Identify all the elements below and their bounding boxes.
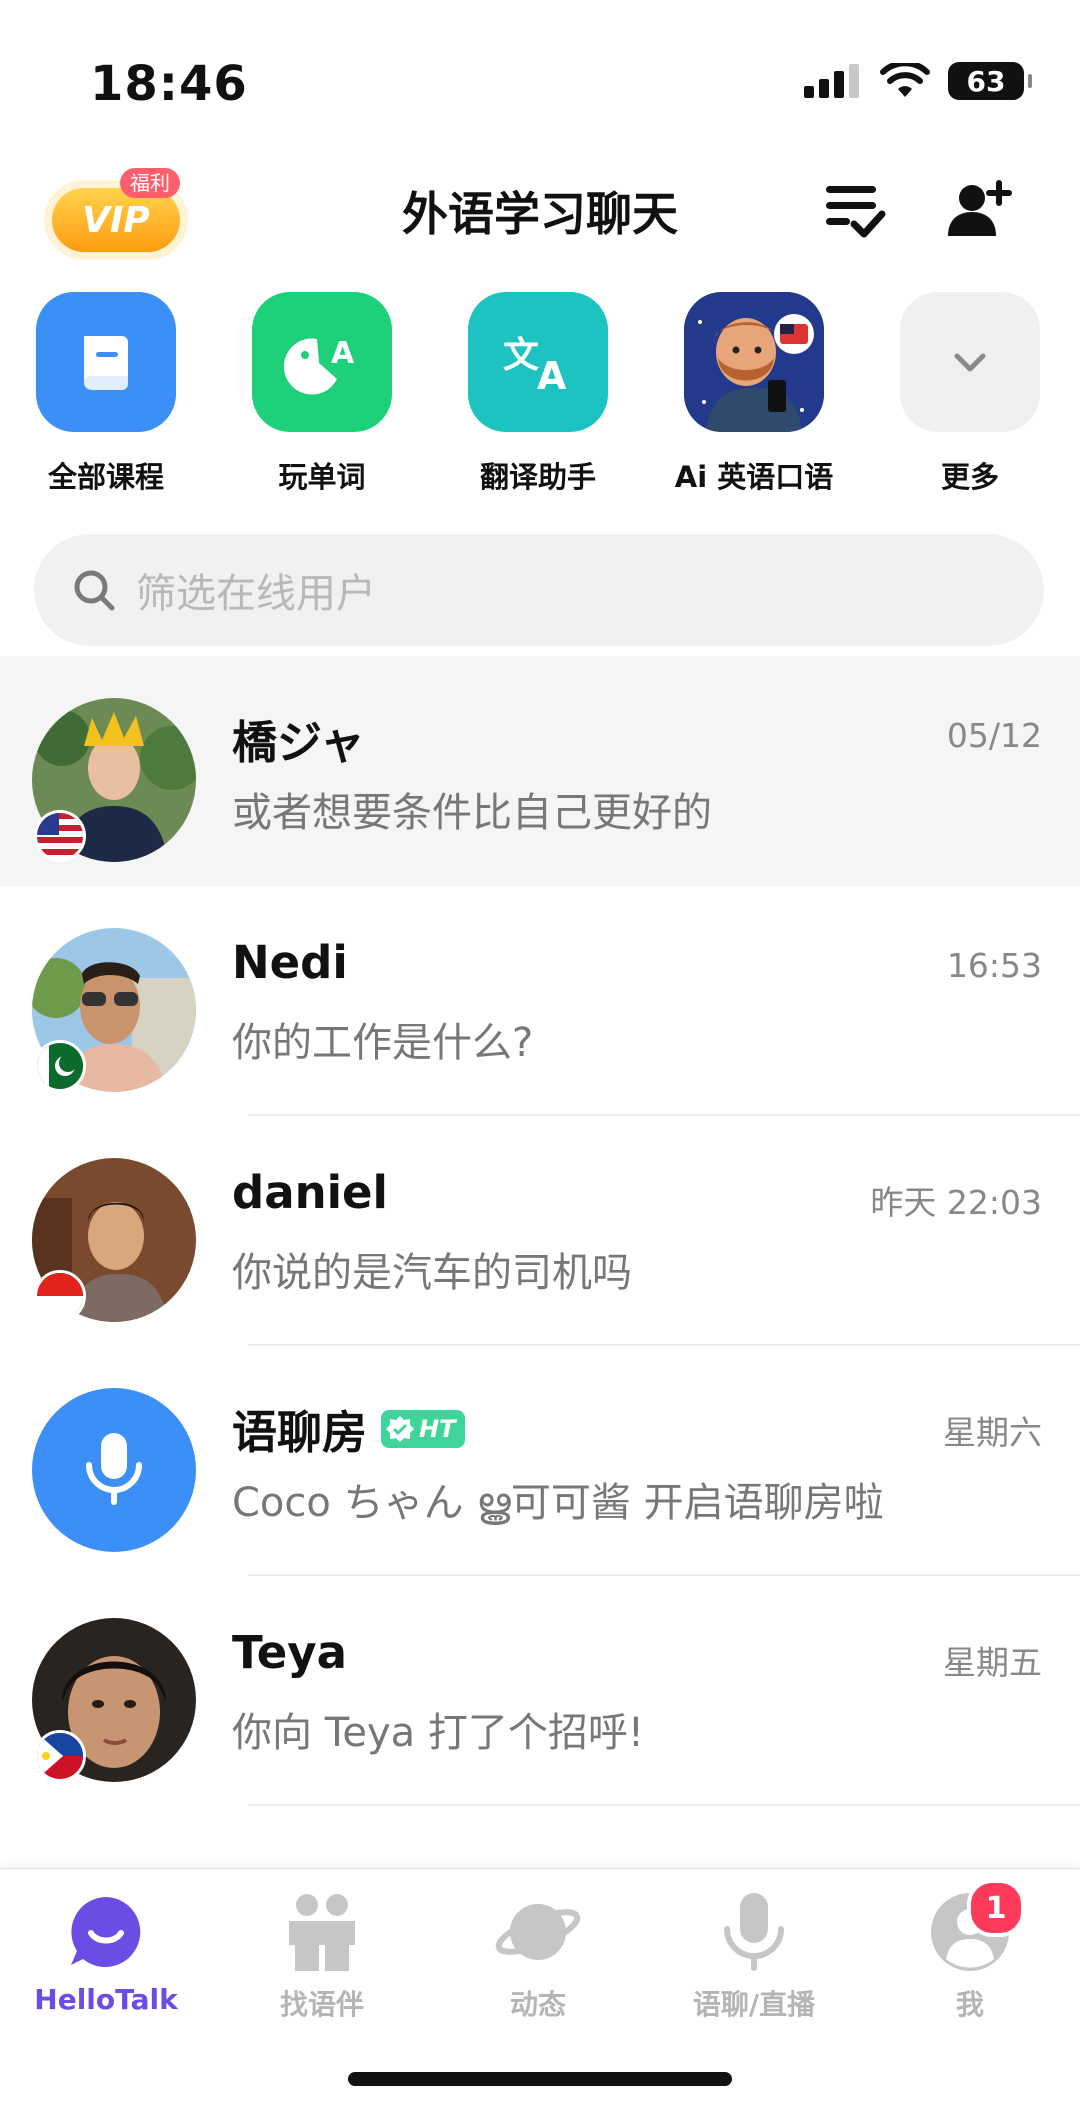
chat-bubble-icon [61,1887,151,1977]
microphone-icon [709,1887,799,1977]
chat-name: Teya [232,1626,347,1679]
chat-name-text: daniel [232,1166,388,1219]
verified-badge-text: HT [419,1414,456,1443]
chat-list: 橋ジャ 05/12 或者想要条件比自己更好的 Nedi 16:53 你的工作是什… [0,656,1080,1806]
svg-text:A: A [537,354,567,398]
chat-preview: 你说的是汽车的司机吗 [232,1250,632,1296]
book-icon [36,292,176,432]
checklist-icon [826,186,886,238]
indonesia-flag-icon [34,1270,86,1322]
microphone-icon [32,1388,196,1552]
search-placeholder: 筛选在线用户 [136,571,376,617]
tab-find-partner[interactable]: 找语伴 [232,1887,412,2023]
verified-check-icon [386,1415,415,1442]
status-time: 18:46 [90,56,248,112]
page-title: 外语学习聊天 [402,187,678,241]
chat-name: 语聊房 HT [232,1396,466,1461]
chat-name: Nedi [232,936,348,989]
status-icons: 63 [804,62,1032,100]
quick-actions: 全部课程 A 玩单词 文 A 翻译助手 Ai 英语口语 更多 [0,292,1080,494]
word-game-icon: A [252,292,392,432]
tab-me[interactable]: 1 我 [880,1879,1060,2023]
chevron-down-icon [900,292,1040,432]
philippines-flag-icon [34,1730,86,1782]
partners-icon [277,1887,367,1977]
chat-preview: 或者想要条件比自己更好的 [232,790,712,836]
home-indicator [348,2072,732,2086]
quick-more[interactable]: 更多 [870,292,1070,496]
chat-name-text: Nedi [232,936,348,989]
quick-label: 更多 [940,460,999,494]
chat-name-text: 语聊房 [232,1406,368,1459]
search-icon [74,570,115,611]
add-user-icon [948,180,1012,236]
chat-time: 星期六 [943,1413,1042,1452]
tab-label: 语聊/直播 [692,1988,816,2021]
signal-icon [804,64,859,98]
chat-time: 昨天 22:03 [870,1183,1042,1222]
tab-moments[interactable]: 动态 [448,1887,628,2023]
tab-hellotalk[interactable]: HelloTalk [16,1887,196,2016]
chat-time: 16:53 [946,946,1042,985]
task-list-button[interactable] [820,174,890,244]
quick-label: 玩单词 [278,460,366,494]
tab-label: 找语伴 [279,1988,364,2021]
translate-icon: 文 A [468,292,608,432]
verified-badge: HT [381,1409,466,1448]
chat-preview: 你向 Teya 打了个招呼! [232,1710,644,1756]
chat-row[interactable]: Teya 星期五 你向 Teya 打了个招呼! [0,1576,1080,1806]
chat-preview: 你的工作是什么? [232,1020,534,1066]
top-header: VIP 福利 外语学习聊天 [0,150,1080,260]
chat-row[interactable]: 语聊房 HT 星期六 Coco ちゃん ൠ可可酱 开启语聊房啦 [0,1346,1080,1576]
chat-row[interactable]: daniel 昨天 22:03 你说的是汽车的司机吗 [0,1116,1080,1346]
chat-name-text: 橋ジャ [232,716,365,769]
battery-indicator: 63 [948,62,1032,100]
quick-all-courses[interactable]: 全部课程 [6,292,206,496]
planet-icon [493,1887,583,1977]
svg-text:文: 文 [503,335,539,376]
quick-label: 翻译助手 [479,460,596,494]
add-friend-button[interactable] [946,174,1016,244]
tab-label: 动态 [509,1988,566,2021]
tab-label: 我 [955,1988,984,2021]
chat-preview: Coco ちゃん ൠ可可酱 开启语聊房啦 [232,1480,884,1526]
row-divider [248,1804,1080,1806]
quick-word-game[interactable]: A 玩单词 [222,292,422,496]
chat-time: 05/12 [946,716,1042,755]
quick-translate[interactable]: 文 A 翻译助手 [438,292,638,496]
wifi-icon [880,63,930,97]
chat-row[interactable]: Nedi 16:53 你的工作是什么? [0,886,1080,1116]
notification-badge: 1 [967,1879,1025,1937]
profile-icon: 1 [925,1879,1025,1977]
tab-label: HelloTalk [34,1983,178,2016]
tab-voice-live[interactable]: 语聊/直播 [664,1887,844,2023]
quick-ai-english[interactable]: Ai 英语口语 [654,292,854,496]
pakistan-flag-icon [34,1040,86,1092]
chat-name: 橋ジャ [232,706,365,771]
chat-name-text: Teya [232,1626,347,1679]
quick-label: Ai 英语口语 [674,460,834,494]
status-bar: 18:46 63 [0,0,1080,130]
chat-time: 星期五 [943,1643,1042,1682]
chat-row[interactable]: 橋ジャ 05/12 或者想要条件比自己更好的 [0,656,1080,886]
us-flag-icon [34,810,86,862]
chat-name: daniel [232,1166,388,1219]
quick-label: 全部课程 [47,460,164,494]
svg-text:A: A [331,336,355,371]
ai-tutor-avatar [684,292,824,432]
search-input[interactable]: 筛选在线用户 [34,534,1044,646]
